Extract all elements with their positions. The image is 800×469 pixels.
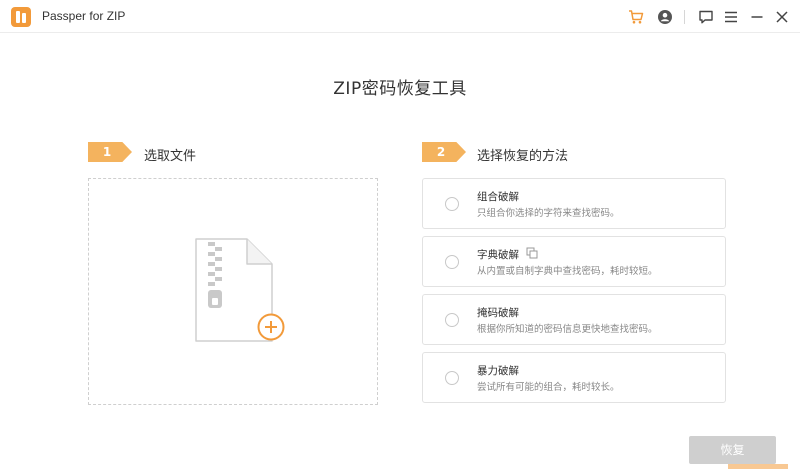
step-2-label: 选择恢复的方法 [477,149,569,164]
app-title: Passper for ZIP [42,9,126,23]
method-radio[interactable] [445,313,459,327]
step-1-number: 1 [88,142,132,162]
menu-icon[interactable] [722,8,740,26]
method-radio[interactable] [445,197,459,211]
method-card-brute-force[interactable]: 暴力破解 尝试所有可能的组合，耗时较长。 [422,352,726,403]
title-bar: Passper for ZIP [0,0,800,33]
method-description: 从内置或自制字典中查找密码，耗时较短。 [477,266,658,277]
copy-icon[interactable] [526,247,538,259]
add-circle-icon[interactable] [257,313,285,341]
method-title: 字典破解 [477,249,519,261]
method-description: 只组合你选择的字符来查找密码。 [477,208,620,219]
method-radio[interactable] [445,255,459,269]
method-radio[interactable] [445,371,459,385]
file-drop-zone[interactable] [88,178,378,405]
close-icon[interactable] [773,8,791,26]
user-icon[interactable] [656,8,674,26]
method-description: 尝试所有可能的组合，耗时较长。 [477,382,620,393]
method-card-dictionary[interactable]: 字典破解 从内置或自制字典中查找密码，耗时较短。 [422,236,726,287]
app-logo [11,7,31,27]
method-title: 组合破解 [477,191,519,203]
method-card-mask[interactable]: 掩码破解 根据你所知道的密码信息更快地查找密码。 [422,294,726,345]
method-title: 暴力破解 [477,365,519,377]
feedback-icon[interactable] [697,8,715,26]
step-2-number: 2 [422,142,466,162]
shopping-cart-icon[interactable] [627,8,645,26]
method-title: 掩码破解 [477,307,519,319]
corner-decoration [728,464,788,469]
page-title: ZIP密码恢复工具 [333,79,467,99]
method-card-combination[interactable]: 组合破解 只组合你选择的字符来查找密码。 [422,178,726,229]
toolbar-divider [684,10,685,24]
recover-button[interactable]: 恢复 [689,436,776,464]
method-description: 根据你所知道的密码信息更快地查找密码。 [477,324,658,335]
step-1-label: 选取文件 [144,149,197,164]
minimize-icon[interactable] [748,8,766,26]
